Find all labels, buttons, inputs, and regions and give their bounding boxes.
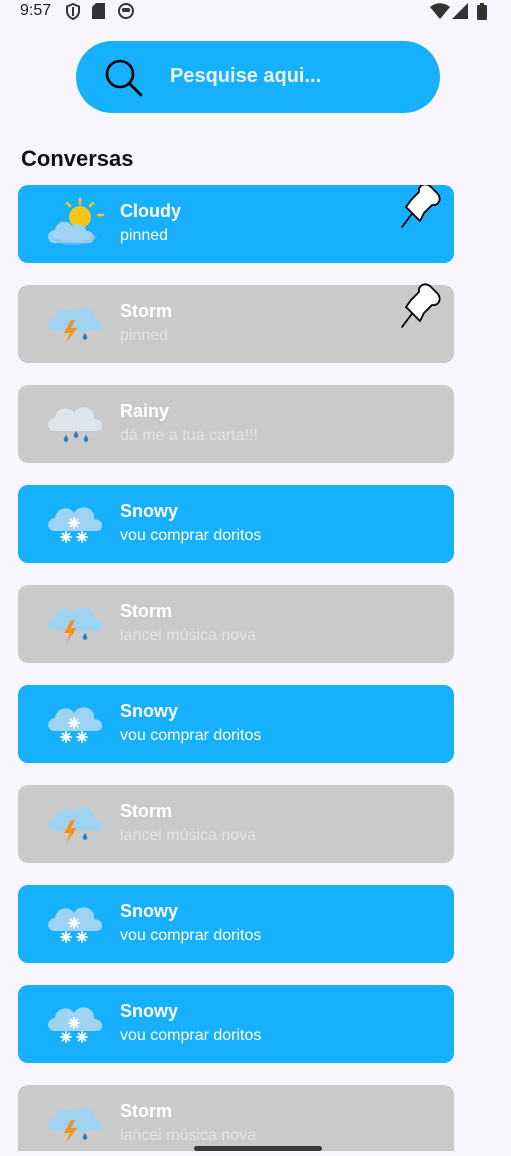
search-bar[interactable]: Pesquise aqui... — [76, 41, 440, 113]
conversation-title: Snowy — [120, 901, 179, 921]
storm-icon — [46, 795, 106, 853]
conversation-subtitle: vou comprar doritos — [120, 927, 262, 944]
conversation-title: Cloudy — [120, 201, 181, 221]
storm-icon — [46, 595, 106, 653]
snow-icon — [46, 995, 106, 1053]
conversation-subtitle: pinned — [120, 227, 169, 244]
conversation-list[interactable]: Cloudy pinned Storm pinned Rainy dá me a tua … — [18, 185, 454, 1151]
search-icon[interactable] — [104, 58, 144, 98]
conversation-subtitle: lancei música nova — [120, 627, 257, 644]
rain-icon — [46, 395, 106, 453]
sd-card-icon — [92, 3, 105, 19]
conversation-item[interactable]: Rainy dá me a tua carta!!! — [18, 385, 454, 463]
storm-icon — [46, 1095, 106, 1151]
conversation-subtitle: lancei música nova — [120, 1127, 257, 1144]
conversation-title: Rainy — [120, 401, 170, 421]
cloudy-sun-icon — [46, 195, 106, 253]
snow-icon — [46, 495, 106, 553]
signal-icon — [452, 3, 468, 19]
conversation-title: Snowy — [120, 1001, 179, 1021]
status-bar: 9:57 — [0, 0, 511, 24]
conversation-title: Storm — [120, 601, 173, 621]
conversation-subtitle: vou comprar doritos — [120, 527, 262, 544]
conversation-item[interactable]: Storm lancei música nova — [18, 585, 454, 663]
conversation-item[interactable]: Storm pinned — [18, 283, 454, 363]
conversation-title: Snowy — [120, 501, 179, 521]
snow-icon — [46, 695, 106, 753]
conversation-item[interactable]: Cloudy pinned — [18, 185, 454, 263]
storm-icon — [46, 295, 106, 353]
wifi-icon — [430, 3, 450, 19]
conversation-item[interactable]: Snowy vou comprar doritos — [18, 685, 454, 763]
conversation-subtitle: vou comprar doritos — [120, 1027, 262, 1044]
shield-icon — [66, 3, 80, 20]
conversation-title: Snowy — [120, 701, 179, 721]
face-icon — [118, 3, 134, 19]
conversation-title: Storm — [120, 301, 173, 321]
pin-icon[interactable] — [390, 279, 444, 333]
conversation-item[interactable]: Snowy vou comprar doritos — [18, 985, 454, 1063]
search-placeholder[interactable]: Pesquise aqui... — [170, 65, 321, 88]
conversation-item[interactable]: Snowy vou comprar doritos — [18, 485, 454, 563]
conversation-title: Storm — [120, 801, 173, 821]
conversation-item[interactable]: Storm lancei música nova — [18, 1085, 454, 1151]
conversation-subtitle: vou comprar doritos — [120, 727, 262, 744]
pin-icon[interactable] — [390, 185, 444, 233]
conversation-subtitle: pinned — [120, 327, 169, 344]
conversation-title: Storm — [120, 1101, 173, 1121]
conversation-item[interactable]: Storm lancei música nova — [18, 785, 454, 863]
conversation-subtitle: lancei música nova — [120, 827, 257, 844]
home-indicator[interactable] — [194, 1146, 322, 1151]
snow-icon — [46, 895, 106, 953]
conversation-item[interactable]: Snowy vou comprar doritos — [18, 885, 454, 963]
battery-icon — [477, 3, 487, 20]
section-title: Conversas — [21, 146, 134, 171]
status-time: 9:57 — [20, 2, 52, 19]
conversation-subtitle: dá me a tua carta!!! — [120, 427, 258, 444]
